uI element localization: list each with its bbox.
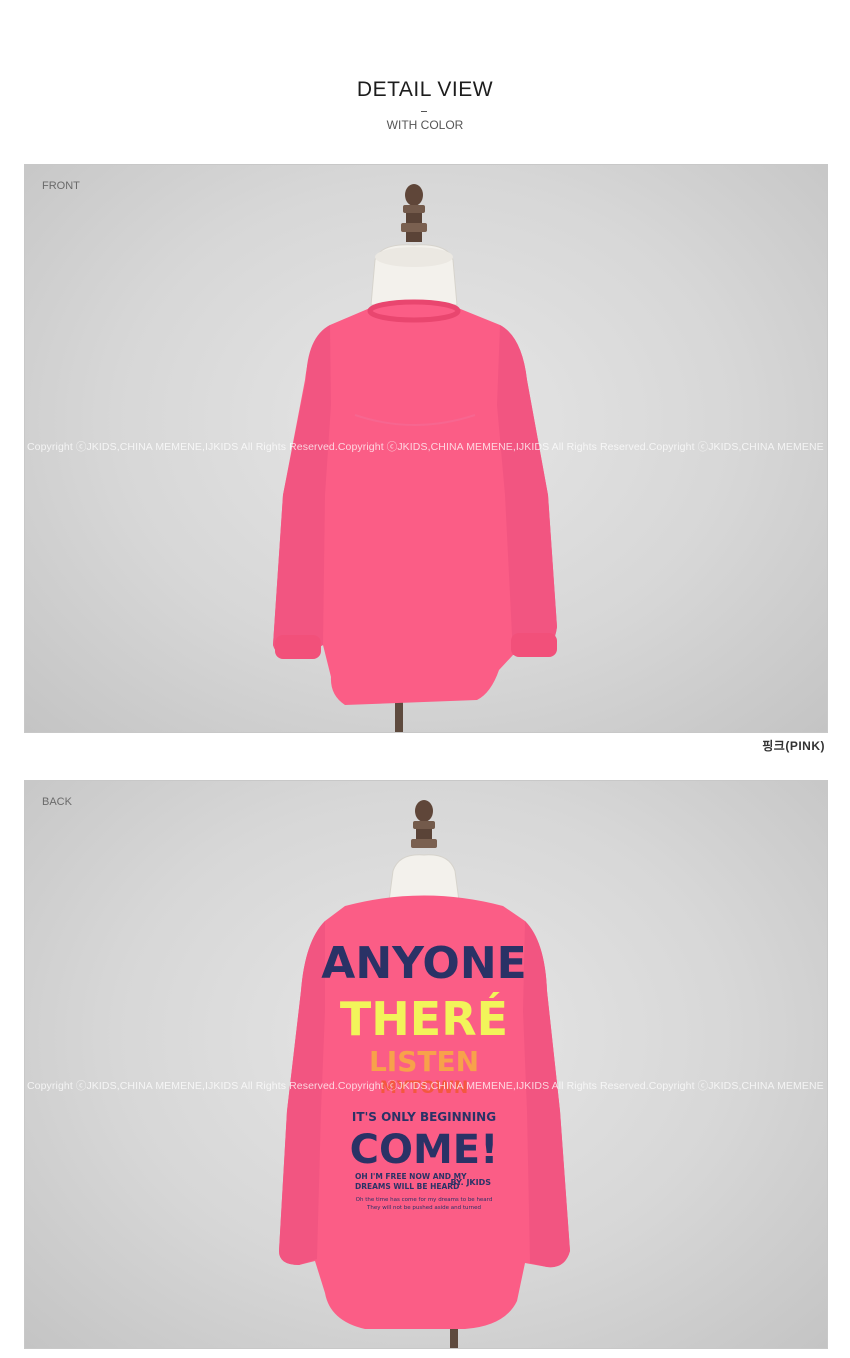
print-line-9: BY. JKIDS: [450, 1178, 491, 1187]
front-product-photo: FRONT Copyright ⓒJKIDS,CHINA MEMENE,IJKI…: [24, 164, 828, 733]
print-line-2: THERÉ: [340, 992, 508, 1046]
back-product-photo: ANYONE THERÉ LISTEN MYTOWN IT'S ONLY BEG…: [24, 780, 828, 1349]
print-line-6: COME!: [350, 1127, 499, 1173]
print-line-8: DREAMS WILL BE HEARD: [355, 1182, 459, 1191]
print-line-10: Oh the time has come for my dreams to be…: [356, 1197, 493, 1203]
back-sweatshirt-illustration: ANYONE THERÉ LISTEN MYTOWN IT'S ONLY BEG…: [279, 800, 570, 1348]
print-line-11: They will not be pushed aside and turned: [366, 1205, 481, 1211]
back-label: BACK: [42, 796, 72, 808]
back-watermark: Copyright ⓒJKIDS,CHINA MEMENE,IJKIDS All…: [27, 1080, 824, 1092]
title-dash: [421, 111, 427, 112]
print-line-1: ANYONE: [321, 938, 526, 989]
print-line-5: IT'S ONLY BEGINNING: [352, 1110, 496, 1124]
left-cuff: [275, 635, 321, 659]
mannequin-neck-top: [375, 247, 453, 267]
mannequin-neck: [388, 854, 460, 902]
front-label: FRONT: [42, 180, 80, 192]
mannequin-finial: [411, 800, 437, 848]
right-cuff: [511, 633, 557, 657]
front-watermark: Copyright ⓒJKIDS,CHINA MEMENE,IJKIDS All…: [27, 441, 824, 453]
print-line-3: LISTEN: [369, 1045, 479, 1078]
page-title: DETAIL VIEW: [356, 78, 494, 101]
color-caption: 핑크(PINK): [762, 739, 825, 753]
mannequin-finial: [401, 184, 427, 242]
page-subtitle: WITH COLOR: [386, 118, 464, 132]
